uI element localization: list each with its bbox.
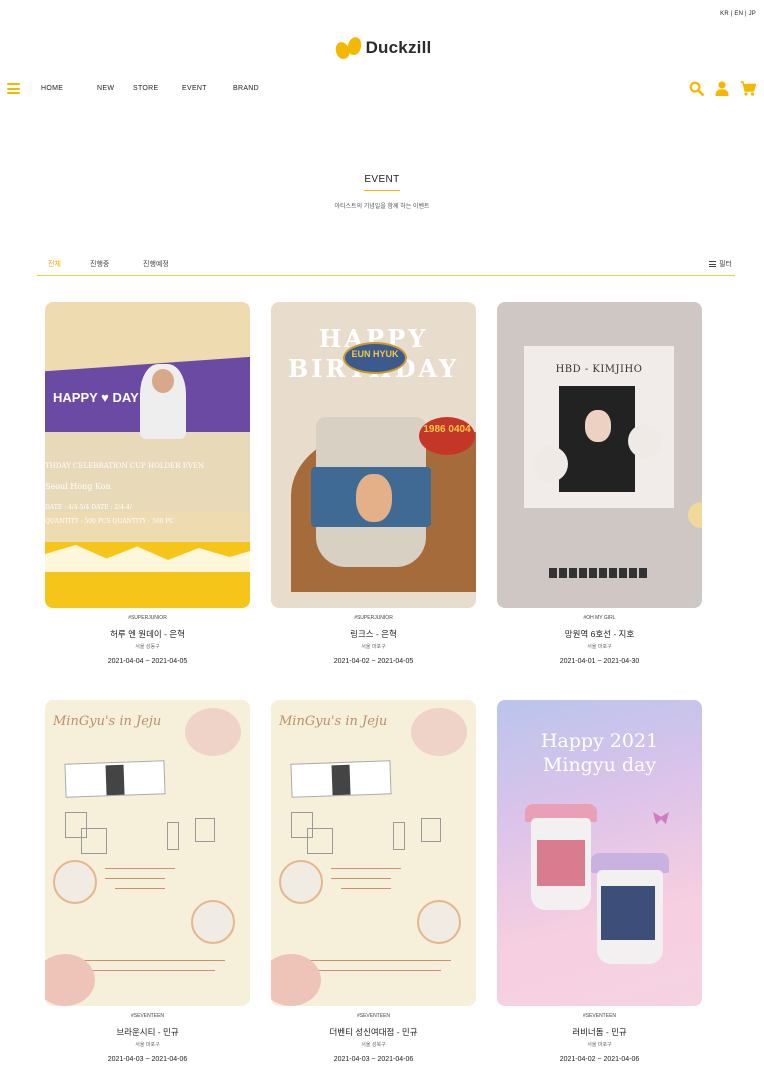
page-subtitle: 아티스트의 기념일을 함께 하는 이벤트 xyxy=(334,204,430,210)
event-card[interactable]: MinGyu's in Jeju #SEVENTEEN 브라운시티 - 민규 서… xyxy=(45,700,250,1063)
poster-headline: HBD - KIMJIHO xyxy=(555,364,643,375)
event-name[interactable]: 망원역 6호선 - 지호 xyxy=(497,628,702,640)
event-date: 2021-04-02 ~ 2021-04-06 xyxy=(559,1056,640,1063)
tab-all[interactable]: 전체 xyxy=(48,259,61,269)
event-location: 서울 마포구 xyxy=(587,644,612,650)
poster-headline: MinGyu's in Jeju xyxy=(279,714,388,729)
artist-tag[interactable]: #SUPERJUNIOR xyxy=(45,615,250,621)
event-date: 2021-04-02 ~ 2021-04-05 xyxy=(333,658,414,665)
main-nav: HOME NEW STORE EVENT BRAND xyxy=(0,80,764,100)
poster-date-badge: 1986 0404 xyxy=(419,417,475,455)
filter-label: 필터 xyxy=(719,261,732,268)
artist-tag[interactable]: #SEVENTEEN xyxy=(45,1013,250,1019)
event-card[interactable]: HAPPY BIRTHDAY EUN HYUK 1986 0404 #SUPER… xyxy=(271,302,476,665)
poster-text: THDAY CELEBRATION CUP HOLDER EVEN xyxy=(45,462,205,470)
poster-headline: HAPPY ♥ DAY xyxy=(53,390,139,405)
event-date: 2021-04-03 ~ 2021-04-06 xyxy=(107,1056,188,1063)
nav-item-new[interactable]: NEW xyxy=(97,85,133,92)
page-title-text: EVENT xyxy=(364,174,400,191)
poster-headline: Happy 2021 xyxy=(540,730,659,752)
event-name[interactable]: 러비너돔 - 민규 xyxy=(497,1026,702,1038)
artist-tag[interactable]: #SEVENTEEN xyxy=(497,1013,702,1019)
event-date: 2021-04-03 ~ 2021-04-06 xyxy=(333,1056,414,1063)
site-logo[interactable]: Duckzill xyxy=(0,35,764,61)
event-location: 서울 마포구 xyxy=(587,1042,612,1048)
event-poster-image[interactable]: HAPPY ♥ DAY THDAY CELEBRATION CUP HOLDER… xyxy=(45,302,250,608)
artist-tag[interactable]: #OH MY GIRL xyxy=(497,615,702,621)
poster-headline: MinGyu's in Jeju xyxy=(53,714,162,729)
event-name[interactable]: 더벤티 성신여대점 - 민규 xyxy=(271,1026,476,1038)
event-card[interactable]: HAPPY ♥ DAY THDAY CELEBRATION CUP HOLDER… xyxy=(45,302,250,665)
event-poster-image[interactable]: MinGyu's in Jeju xyxy=(45,700,250,1006)
cart-icon[interactable] xyxy=(740,81,756,96)
duck-feet-logo-icon xyxy=(333,35,363,61)
poster-text: QUANTITY : 500 PCS QUANTITY : 500 PC xyxy=(45,518,175,525)
user-icon[interactable] xyxy=(715,81,729,96)
poster-headline: Mingyu day xyxy=(542,754,657,776)
tab-ongoing[interactable]: 진행중 xyxy=(90,259,109,269)
event-name[interactable]: 허루 엔 원데이 - 은혁 xyxy=(45,628,250,640)
event-location: 서울 마포구 xyxy=(135,1042,160,1048)
poster-text: DATE : 4/4-5/4 DATE : 2/4-4/ xyxy=(45,504,132,511)
page-title: EVENT xyxy=(0,169,764,191)
logo-text: Duckzill xyxy=(365,38,432,57)
event-tabs: 전체 진행중 진행예정 필터 xyxy=(37,257,735,276)
event-poster-image[interactable]: HAPPY BIRTHDAY EUN HYUK 1986 0404 xyxy=(271,302,476,608)
nav-menu: HOME NEW STORE EVENT BRAND xyxy=(41,85,273,92)
search-icon[interactable] xyxy=(689,81,704,96)
event-poster-image[interactable]: MinGyu's in Jeju xyxy=(271,700,476,1006)
event-card[interactable]: HBD - KIMJIHO #OH MY GIRL 망원역 6호선 - 지호 서… xyxy=(497,302,702,665)
nav-item-event[interactable]: EVENT xyxy=(182,85,233,92)
artist-tag[interactable]: #SUPERJUNIOR xyxy=(271,615,476,621)
filter-button[interactable]: 필터 xyxy=(709,259,732,269)
poster-name-badge: EUN HYUK xyxy=(343,342,407,374)
event-location: 서울 마포구 xyxy=(361,644,386,650)
tab-upcoming[interactable]: 진행예정 xyxy=(143,259,169,269)
event-name[interactable]: 브라운시티 - 민규 xyxy=(45,1026,250,1038)
event-location: 서울 성북구 xyxy=(361,1042,386,1048)
nav-item-brand[interactable]: BRAND xyxy=(233,85,273,92)
artist-tag[interactable]: #SEVENTEEN xyxy=(271,1013,476,1019)
nav-item-store[interactable]: STORE xyxy=(133,85,182,92)
event-card[interactable]: MinGyu's in Jeju #SEVENTEEN 더벤티 성신여대점 - … xyxy=(271,700,476,1063)
event-card[interactable]: Happy 2021 Mingyu day #SEVENTEEN 러비너돔 - … xyxy=(497,700,702,1063)
event-name[interactable]: 링크스 - 은혁 xyxy=(271,628,476,640)
poster-text: Seoul Hong Kon xyxy=(45,482,111,491)
menu-icon[interactable] xyxy=(7,83,20,94)
event-date: 2021-04-04 ~ 2021-04-05 xyxy=(107,658,188,665)
nav-item-home[interactable]: HOME xyxy=(41,85,97,92)
event-location: 서울 성동구 xyxy=(135,644,160,650)
event-poster-image[interactable]: HBD - KIMJIHO xyxy=(497,302,702,608)
filter-icon xyxy=(709,261,717,267)
language-selector[interactable]: KR | EN | JP xyxy=(720,11,756,17)
event-poster-image[interactable]: Happy 2021 Mingyu day xyxy=(497,700,702,1006)
event-date: 2021-04-01 ~ 2021-04-30 xyxy=(559,658,640,665)
nav-icons xyxy=(689,81,756,96)
